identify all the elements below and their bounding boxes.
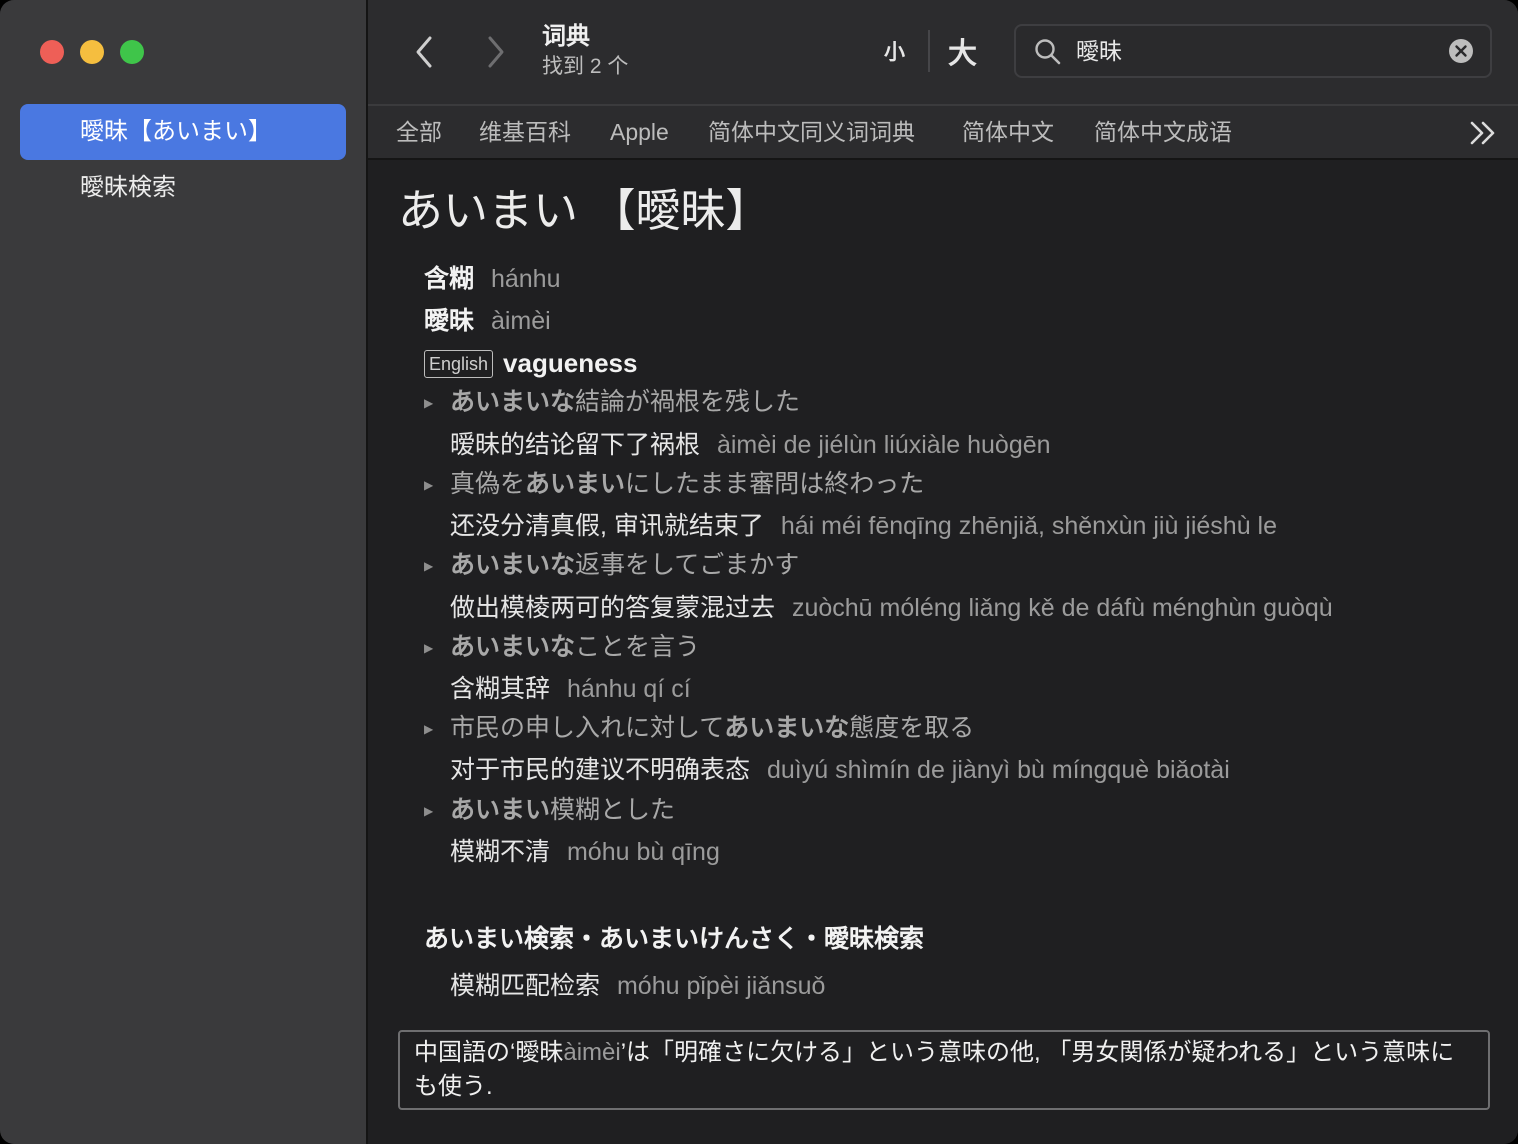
tab-chinese-idioms[interactable]: 简体中文成语 [1094,106,1232,158]
window-controls [40,40,144,64]
usage-note: 中国語の‘曖昧àimèi’は「明確さに欠ける」という意味の他, 「男女関係が疑わ… [398,1030,1490,1110]
translation-pinyin: àimèi [490,307,551,335]
search-field[interactable]: 曖昧 [1014,24,1492,78]
toolbar: 词典 找到 2 个 小 大 曖昧 [368,0,1518,104]
sidebar-item-aimai-search[interactable]: 曖昧検索 [20,160,346,216]
translation-word: 曖昧 [424,307,475,335]
font-button-divider [928,30,930,72]
back-button[interactable] [406,30,446,74]
disclosure-triangle-icon[interactable]: ▶ [424,386,438,420]
example-japanese[interactable]: ▶ あいまい模糊とした [424,793,675,828]
example-chinese: 对于市民的建议不明确表态 duìyú shìmín de jiànyì bù m… [450,756,1230,784]
translation-pinyin: hánhu [490,265,561,293]
title-block: 词典 找到 2 个 [542,22,628,82]
sub-entry-heading: あいまい検索・あいまいけんさく・曖昧検索 [424,925,925,953]
font-smaller-button[interactable]: 小 [884,36,905,66]
translation-row: 曖昧 àimèi [424,304,551,338]
more-tabs-icon[interactable] [1466,118,1500,148]
translation-row: 含糊 hánhu [424,262,561,296]
back-chevron-icon [416,36,432,68]
search-icon [1035,39,1061,65]
sidebar-item-label: 曖昧【あいまい】 [80,118,272,145]
example-japanese[interactable]: ▶ あいまいな返事をしてごまかす [424,548,799,583]
example-japanese[interactable]: ▶ あいまいな結論が禍根を残した [424,385,800,420]
forward-button[interactable] [474,30,514,74]
english-badge: English [424,350,494,378]
font-larger-button[interactable]: 大 [948,30,977,72]
translation-word: 含糊 [424,265,475,293]
english-row: English vagueness [424,346,637,381]
forward-chevron-icon [488,36,504,68]
sidebar: 曖昧【あいまい】 曖昧検索 [0,0,368,1144]
disclosure-triangle-icon[interactable]: ▶ [424,794,438,828]
disclosure-triangle-icon[interactable]: ▶ [424,631,438,665]
sub-entry-translation: 模糊匹配检索 móhu pǐpèi jiǎnsuǒ [450,972,826,1000]
example-japanese[interactable]: ▶ あいまいなことを言う [424,630,700,665]
tab-simplified-chinese[interactable]: 简体中文 [962,106,1054,158]
close-window-button[interactable] [40,40,64,64]
example-chinese: 还没分清真假, 审讯就结束了 hái méi fēnqīng zhēnjiǎ, … [450,512,1278,540]
disclosure-triangle-icon[interactable]: ▶ [424,712,438,746]
zoom-window-button[interactable] [120,40,144,64]
example-chinese: 暧昧的结论留下了祸根 àimèi de jiélùn liúxiàle huòg… [450,431,1051,459]
headword: あいまい 【曖昧】 [398,185,771,236]
window-title: 词典 [542,23,590,50]
sidebar-item-aimai-entry[interactable]: 曖昧【あいまい】 [20,104,346,160]
tab-wikipedia[interactable]: 维基百科 [479,106,571,158]
disclosure-triangle-icon[interactable]: ▶ [424,549,438,583]
dictionary-window: 曖昧【あいまい】 曖昧検索 词典 找到 2 个 小 大 曖昧 全部 维基百科 A… [0,0,1518,1144]
example-chinese: 模糊不清 móhu bù qīng [450,838,720,866]
search-input[interactable]: 曖昧 [1076,26,1122,76]
result-count: 找到 2 个 [542,55,629,78]
example-japanese[interactable]: ▶ 真偽をあいまいにしたまま審問は終わった [424,467,924,502]
example-chinese: 含糊其辞 hánhu qí cí [450,675,691,703]
minimize-window-button[interactable] [80,40,104,64]
clear-icon[interactable] [1448,38,1474,64]
english-translation: vagueness [503,348,638,378]
disclosure-triangle-icon[interactable]: ▶ [424,468,438,502]
entry-content: あいまい 【曖昧】 含糊 hánhu 曖昧 àimèi English vague… [368,160,1518,1144]
tab-all[interactable]: 全部 [396,106,442,158]
tab-synonyms[interactable]: 简体中文同义词词典 [708,106,915,158]
source-tabs: 全部 维基百科 Apple 简体中文同义词词典 简体中文 简体中文成语 [368,104,1518,160]
example-chinese: 做出模棱两可的答复蒙混过去 zuòchū móléng liǎng kě de … [450,594,1333,622]
example-japanese[interactable]: ▶ 市民の申し入れに対してあいまいな態度を取る [424,711,974,746]
sidebar-item-label: 曖昧検索 [80,174,176,201]
tab-apple[interactable]: Apple [610,106,669,158]
